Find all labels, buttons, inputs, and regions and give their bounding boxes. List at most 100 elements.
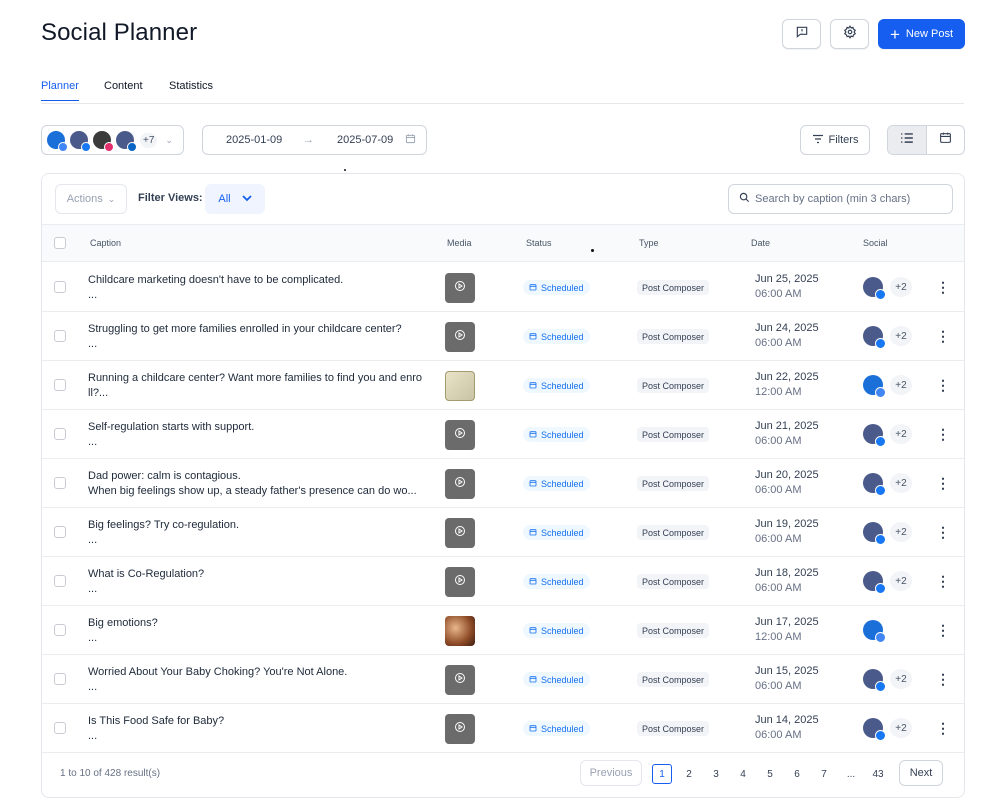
tab-content[interactable]: Content: [104, 80, 143, 100]
list-icon: [900, 131, 914, 149]
page-button-6[interactable]: 6: [787, 764, 807, 784]
tab-bar: Planner Content Statistics: [41, 80, 964, 104]
previous-page-button[interactable]: Previous: [580, 760, 642, 786]
row-checkbox[interactable]: [54, 526, 66, 538]
facebook-icon: [875, 485, 886, 496]
media-video-thumbnail[interactable]: [445, 420, 475, 450]
media-video-thumbnail[interactable]: [445, 322, 475, 352]
calendar-icon: [529, 381, 537, 391]
status-badge: Scheduled: [523, 427, 590, 442]
row-checkbox[interactable]: [54, 379, 66, 391]
page-button-5[interactable]: 5: [760, 764, 780, 784]
column-header-media: Media: [447, 238, 472, 248]
filters-button[interactable]: Filters: [800, 125, 870, 155]
next-page-button[interactable]: Next: [899, 760, 943, 786]
more-options-icon[interactable]: ⋮: [936, 277, 950, 297]
facebook-icon: [875, 730, 886, 741]
post-date: Jun 21, 2025: [755, 420, 819, 432]
row-checkbox[interactable]: [54, 330, 66, 342]
facebook-icon: [875, 681, 886, 692]
media-video-thumbnail[interactable]: [445, 714, 475, 744]
more-options-icon[interactable]: ⋮: [936, 669, 950, 689]
type-badge: Post Composer: [637, 623, 710, 638]
media-video-thumbnail[interactable]: [445, 665, 475, 695]
status-badge: Scheduled: [523, 280, 590, 295]
calendar-view-button[interactable]: [927, 126, 965, 154]
caption-line-1[interactable]: Big feelings? Try co-regulation.: [88, 519, 428, 531]
row-checkbox[interactable]: [54, 624, 66, 636]
row-checkbox[interactable]: [54, 428, 66, 440]
row-checkbox[interactable]: [54, 477, 66, 489]
column-header-type: Type: [639, 238, 659, 248]
row-checkbox[interactable]: [54, 281, 66, 293]
google-business-icon: [875, 387, 886, 398]
media-video-thumbnail[interactable]: [445, 273, 475, 303]
post-date: Jun 15, 2025: [755, 665, 819, 677]
type-badge: Post Composer: [637, 476, 710, 491]
caption-line-1[interactable]: Running a childcare center? Want more fa…: [88, 372, 428, 384]
more-options-icon[interactable]: ⋮: [936, 326, 950, 346]
media-video-thumbnail[interactable]: [445, 518, 475, 548]
more-options-icon[interactable]: ⋮: [936, 620, 950, 640]
caption-line-1[interactable]: Is This Food Safe for Baby?: [88, 715, 428, 727]
caption-line-1[interactable]: What is Co-Regulation?: [88, 568, 428, 580]
more-options-icon[interactable]: ⋮: [936, 473, 950, 493]
calendar-icon: [529, 724, 537, 734]
feedback-button[interactable]: [782, 19, 821, 49]
calendar-icon: [529, 332, 537, 342]
caption-line-1[interactable]: Dad power: calm is contagious.: [88, 470, 428, 482]
play-circle-icon: [454, 328, 466, 346]
search-icon: [739, 192, 750, 206]
media-image-thumbnail[interactable]: [445, 371, 475, 401]
post-time: 06:00 AM: [755, 680, 802, 692]
page-button-2[interactable]: 2: [679, 764, 699, 784]
actions-dropdown[interactable]: Actions ⌄: [55, 184, 127, 214]
status-badge: Scheduled: [523, 574, 590, 589]
page-button-4[interactable]: 4: [733, 764, 753, 784]
actions-label: Actions: [66, 193, 103, 205]
row-checkbox[interactable]: [54, 722, 66, 734]
play-circle-icon: [454, 475, 466, 493]
status-label: Scheduled: [541, 527, 584, 538]
media-image-thumbnail[interactable]: [445, 616, 475, 646]
calendar-icon: [529, 675, 537, 685]
type-badge: Post Composer: [637, 280, 710, 295]
media-video-thumbnail[interactable]: [445, 567, 475, 597]
row-checkbox[interactable]: [54, 575, 66, 587]
page-button-7[interactable]: 7: [814, 764, 834, 784]
more-options-icon[interactable]: ⋮: [936, 718, 950, 738]
more-options-icon[interactable]: ⋮: [936, 375, 950, 395]
more-options-icon[interactable]: ⋮: [936, 571, 950, 591]
row-checkbox[interactable]: [54, 673, 66, 685]
caption-line-1[interactable]: Self-regulation starts with support.: [88, 421, 428, 433]
cursor-dot: [591, 249, 594, 252]
more-options-icon[interactable]: ⋮: [936, 522, 950, 542]
caption-line-1[interactable]: Worried About Your Baby Choking? You're …: [88, 666, 428, 678]
facebook-icon: [875, 436, 886, 447]
caption-search-box[interactable]: Search by caption (min 3 chars): [728, 184, 953, 214]
tab-planner[interactable]: Planner: [41, 80, 79, 101]
facebook-account-avatar: [863, 424, 886, 447]
page-button-3[interactable]: 3: [706, 764, 726, 784]
play-circle-icon: [454, 720, 466, 738]
caption-line-1[interactable]: Big emotions?: [88, 617, 428, 629]
list-view-button[interactable]: [888, 126, 927, 154]
tab-statistics[interactable]: Statistics: [169, 80, 213, 100]
filters-label: Filters: [828, 134, 859, 146]
page-button-43[interactable]: 43: [868, 764, 888, 784]
page-button-1[interactable]: 1: [652, 764, 672, 784]
more-options-icon[interactable]: ⋮: [936, 424, 950, 444]
post-date: Jun 20, 2025: [755, 469, 819, 481]
new-post-button[interactable]: + New Post: [878, 19, 965, 49]
caption-line-2: ...: [88, 534, 98, 546]
media-video-thumbnail[interactable]: [445, 469, 475, 499]
facebook-account-avatar: [863, 571, 886, 594]
settings-button[interactable]: [830, 19, 869, 49]
calendar-icon: [529, 283, 537, 293]
date-range-picker[interactable]: 2025-01-09 → 2025-07-09: [202, 125, 427, 155]
caption-line-1[interactable]: Struggling to get more families enrolled…: [88, 323, 428, 335]
caption-line-1[interactable]: Childcare marketing doesn't have to be c…: [88, 274, 428, 286]
select-all-checkbox[interactable]: [54, 237, 66, 249]
account-selector[interactable]: +7 ⌄: [41, 125, 184, 155]
filter-views-select[interactable]: All: [205, 184, 265, 214]
